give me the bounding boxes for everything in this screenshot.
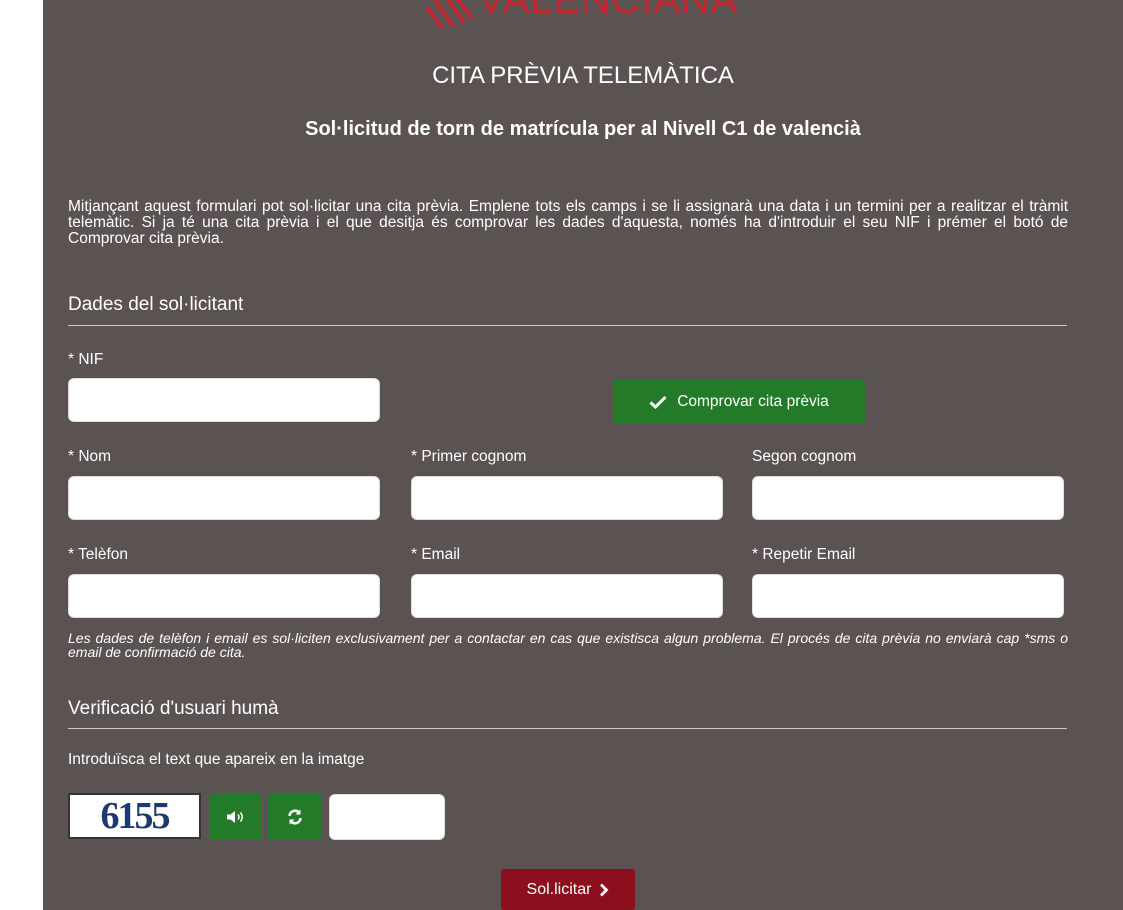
submit-label: Sol.licitar [526,880,592,898]
check-appointment-label: Comprovar cita prèvia [677,393,829,410]
email-repeat-input[interactable] [752,574,1064,618]
nif-input[interactable] [68,378,380,422]
captcha-refresh-button[interactable] [268,794,321,840]
surname1-input[interactable] [411,476,723,520]
surname2-input[interactable] [752,476,1064,520]
refresh-icon [287,809,302,825]
form-panel: VALENCIANA CITA PRÈVIA TELEMÀTICA Sol·li… [43,0,1123,910]
section-divider [68,728,1067,729]
phone-label: * Telèfon [68,546,129,563]
name-input[interactable] [68,476,380,520]
captcha-audio-button[interactable] [209,794,262,840]
email-input[interactable] [411,574,723,618]
captcha-instruction: Introduïsca el text que apareix en la im… [68,751,365,768]
volume-icon [226,811,243,823]
captcha-input[interactable] [329,794,445,840]
logo-text: VALENCIANA [478,0,739,22]
page-title: CITA PRÈVIA TELEMÀTICA [432,62,734,89]
intro-text: Mitjançant aquest formulari pot sol·lici… [68,198,1068,247]
phone-input[interactable] [68,574,380,618]
logo-stripes-icon [426,0,474,30]
applicant-section-heading: Dades del sol·licitant [68,294,244,315]
nif-label: * NIF [68,351,104,368]
contact-data-note: Les dades de telèfon i email es sol·lici… [68,630,1068,660]
page-subtitle: Sol·licitud de torn de matrícula per al … [305,118,861,140]
email-label: * Email [411,546,461,563]
name-label: * Nom [68,448,112,465]
checkmark-icon [649,395,667,409]
section-divider [68,325,1067,326]
captcha-image: 6155 [68,793,201,839]
chevron-right-icon [600,883,609,896]
check-appointment-button[interactable]: Comprovar cita prèvia [613,380,865,424]
captcha-section-heading: Verificació d'usuari humà [68,698,279,719]
header-logo: VALENCIANA [426,0,756,40]
surname2-label: Segon cognom [752,448,857,465]
surname1-label: * Primer cognom [411,448,527,465]
email-repeat-label: * Repetir Email [752,546,856,563]
submit-button[interactable]: Sol.licitar [501,869,635,910]
